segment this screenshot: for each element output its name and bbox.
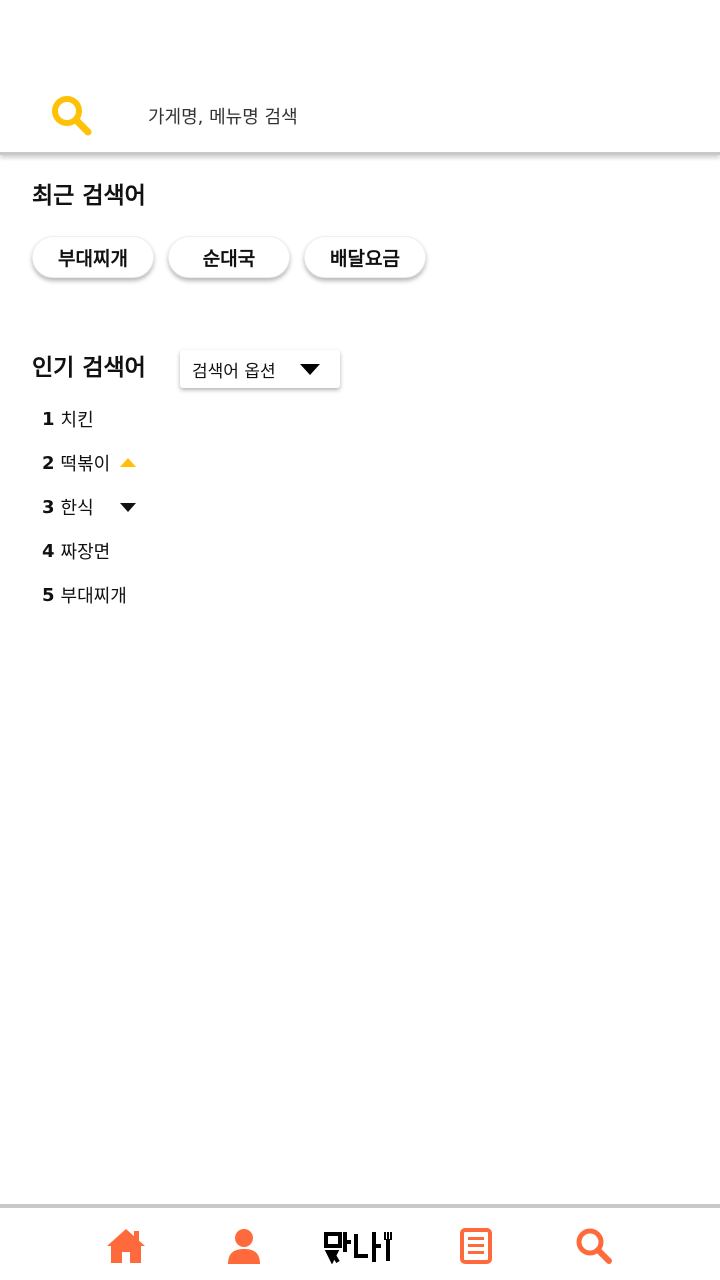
recent-chip[interactable]: 부대찌개 xyxy=(32,236,154,278)
logo-icon xyxy=(324,1232,392,1265)
recent-searches-title: 최근 검색어 xyxy=(32,183,146,209)
popular-item[interactable]: 5 부대찌개 xyxy=(42,581,127,609)
user-icon xyxy=(228,1229,260,1264)
search-icon[interactable] xyxy=(50,94,94,138)
trend-down-icon xyxy=(119,503,136,512)
recent-chip[interactable]: 순대국 xyxy=(168,236,290,278)
rank-number: 4 xyxy=(42,540,55,562)
rank-label: 짜장면 xyxy=(60,542,111,563)
rank-number: 1 xyxy=(42,408,55,430)
popular-item[interactable]: 2 떡볶이 xyxy=(42,449,137,477)
nav-search[interactable] xyxy=(572,1224,616,1268)
nav-home[interactable] xyxy=(104,1224,148,1268)
home-icon xyxy=(107,1229,145,1263)
dropdown-label: 검색어 옵션 xyxy=(192,362,276,382)
list-icon xyxy=(460,1228,492,1264)
rank-label: 치킨 xyxy=(60,410,94,431)
rank-label: 한식 xyxy=(60,498,94,519)
popular-item[interactable]: 3 한식 xyxy=(42,493,136,521)
popular-searches-title: 인기 검색어 xyxy=(32,355,146,381)
popular-item[interactable]: 1 치킨 xyxy=(42,405,94,433)
rank-number: 3 xyxy=(42,496,55,518)
nav-profile[interactable] xyxy=(222,1224,266,1268)
app-logo[interactable] xyxy=(324,1230,392,1265)
nav-orders[interactable] xyxy=(454,1224,498,1268)
search-option-dropdown[interactable]: 검색어 옵션 xyxy=(180,350,340,388)
trend-up-icon xyxy=(120,458,137,467)
rank-number: 5 xyxy=(42,584,55,606)
popular-item[interactable]: 4 짜장면 xyxy=(42,537,110,565)
search-icon xyxy=(576,1228,612,1264)
search-bar xyxy=(0,80,720,155)
bottom-nav xyxy=(0,1204,720,1280)
caret-down-icon xyxy=(300,364,320,375)
search-input[interactable] xyxy=(148,100,668,134)
rank-label: 부대찌개 xyxy=(60,586,127,607)
rank-label: 떡볶이 xyxy=(60,454,111,475)
recent-chip[interactable]: 배달요금 xyxy=(304,236,426,278)
rank-number: 2 xyxy=(42,452,55,474)
